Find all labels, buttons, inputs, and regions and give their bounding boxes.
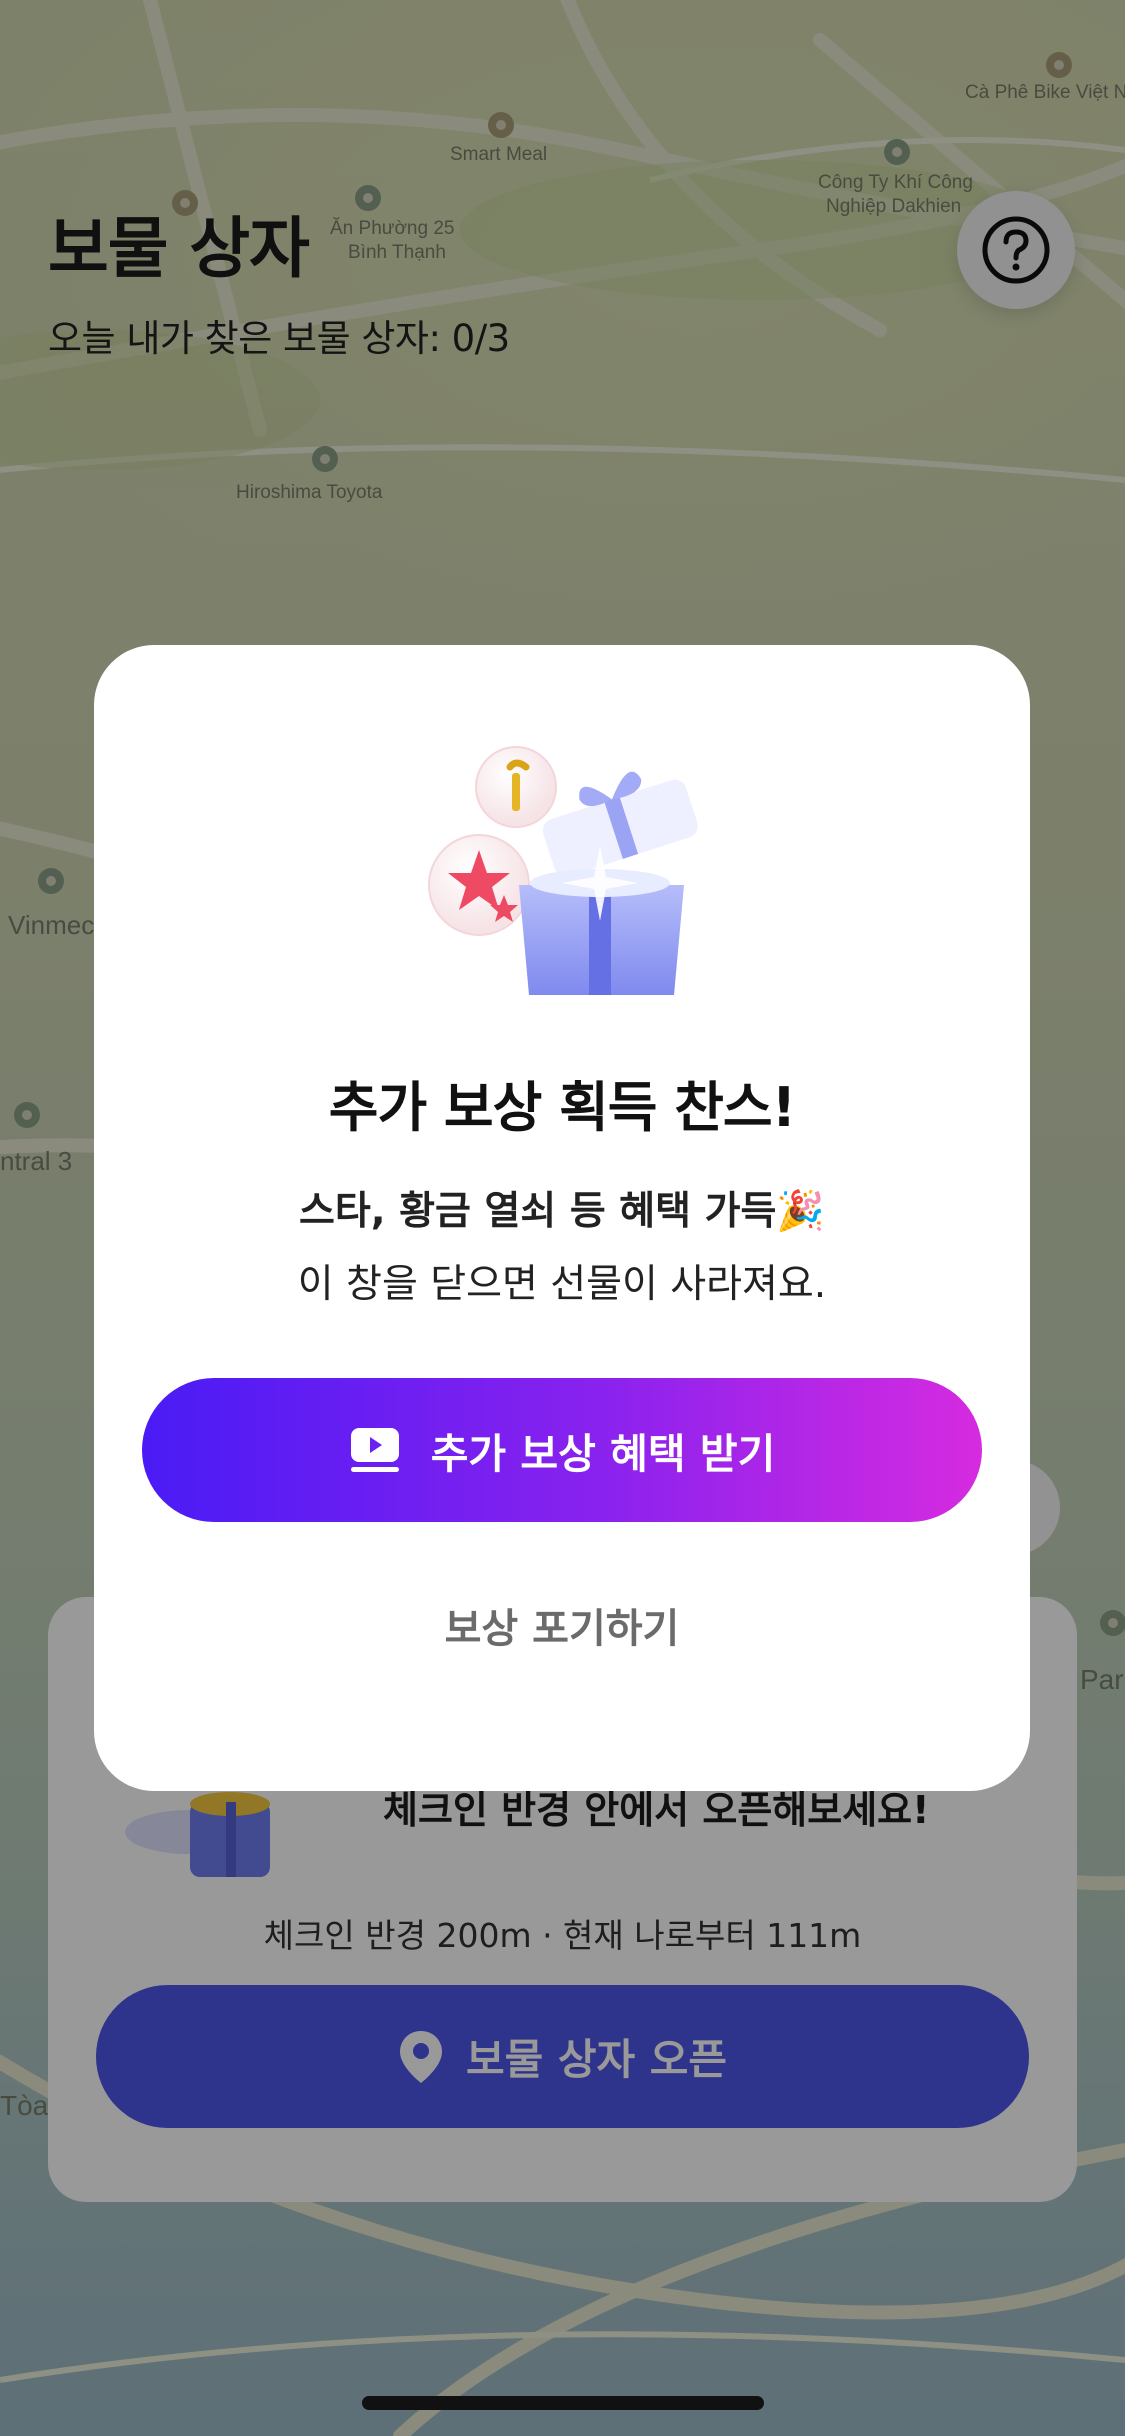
home-indicator[interactable] [362,2396,764,2410]
modal-title: 추가 보상 획득 찬스! [328,1076,796,1139]
get-bonus-reward-button[interactable]: 추가 보상 혜택 받기 [142,1378,982,1522]
video-play-icon [350,1428,399,1472]
bonus-reward-modal: 추가 보상 획득 찬스! 스타, 황금 열쇠 등 혜택 가득🎉 이 창을 닫으면… [94,645,1030,1791]
give-up-reward-button[interactable]: 보상 포기하기 [362,1585,762,1665]
modal-benefit-text: 스타, 황금 열쇠 등 혜택 가득🎉 [299,1189,825,1234]
gift-box-image [424,745,704,1005]
get-bonus-reward-label: 추가 보상 혜택 받기 [430,1430,776,1478]
modal-warning-text: 이 창을 닫으면 선물이 사라져요. [297,1262,827,1307]
